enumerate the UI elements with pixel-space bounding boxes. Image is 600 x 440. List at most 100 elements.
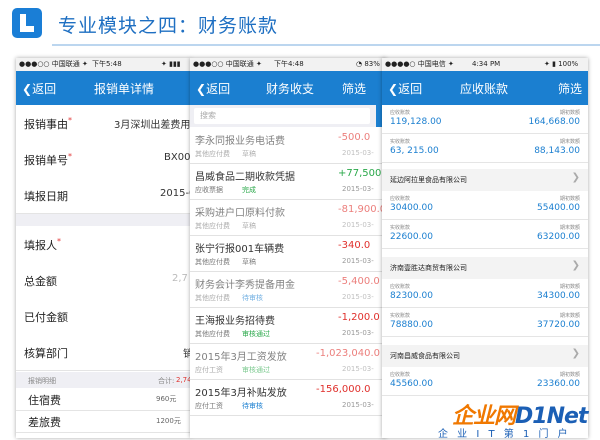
filter-button[interactable]: 筛选 xyxy=(342,80,366,97)
slide-header: 专业模块之四：财务账款 xyxy=(0,0,600,48)
field-value: 2,7 xyxy=(172,273,188,284)
customer-header[interactable]: 延边阿拉里食品有限公司 ❯ xyxy=(382,169,588,191)
nav-title: 财务收支 xyxy=(266,82,315,96)
detail-item[interactable]: 差旅费 1200元 xyxy=(16,410,191,433)
nav-bar: ❮返回 报销单详情 xyxy=(16,71,191,105)
record-date: 2015-03- xyxy=(342,329,374,337)
chevron-left-icon: ❮ xyxy=(388,82,399,96)
field-reporter[interactable]: 填报人* xyxy=(16,226,191,263)
field-label: 填报人 xyxy=(24,239,57,252)
status-time: 下午5:48 xyxy=(92,60,122,68)
required-mark: * xyxy=(68,152,72,161)
receivable-value: 30400.00 xyxy=(390,203,433,213)
battery-indicator: ◔ 83% xyxy=(356,60,380,68)
receivable-left: 应收账款 30400.00 xyxy=(390,195,433,213)
receivable-value: 164,668.00 xyxy=(528,117,580,127)
record-amount: -156,000.0 xyxy=(316,384,371,395)
receivable-value: 82300.00 xyxy=(390,291,433,301)
receivable-row: 实收账款 63, 215.00 期末数额 88,143.00 xyxy=(382,134,588,162)
record-content: 李永同报业务电话费 -500.0 其他应付费 草稿 2015-03- xyxy=(190,128,386,163)
record-title: 张宁行报001车辆费 xyxy=(195,244,285,255)
receivable-left: 应收账款 45560.00 xyxy=(390,371,433,389)
record-status: 草稿 xyxy=(242,222,256,230)
receivables-screen: ●●●●○ 中国电信 ✦ 4:34 PM ✦ ▮ 100% ❮返回 应收账款 筛… xyxy=(382,58,588,438)
filter-button[interactable]: 筛选 xyxy=(558,80,582,97)
search-bar: 搜索 xyxy=(190,105,386,127)
field-total[interactable]: 总金额 2,7 xyxy=(16,262,191,299)
field-reason[interactable]: 报销事由* 3月深圳出差费用 xyxy=(16,105,191,142)
record-title: 2015年3月工资发放 xyxy=(195,352,287,363)
receivable-right: 期初数额 164,668.00 xyxy=(528,109,580,127)
field-department[interactable]: 核算部门 销 xyxy=(16,334,191,371)
record-amount: -1,023,040.0 xyxy=(316,348,381,359)
detail-item-label: 差旅费 xyxy=(28,416,61,429)
record-row[interactable]: 2015年3月补贴发放 -156,000.0 应付工资 待审核 2015-03- xyxy=(190,380,386,416)
record-type: 其他应付费 xyxy=(195,330,230,338)
back-button[interactable]: ❮返回 xyxy=(388,80,422,97)
customer-header[interactable]: 河南昌威食品有限公司 ❯ xyxy=(382,345,588,367)
status-time: 下午4:48 xyxy=(274,60,304,68)
field-label: 填报日期 xyxy=(24,190,68,203)
detail-item[interactable]: 住宿费 960元 xyxy=(16,388,191,411)
record-row[interactable]: 昌威食品二期收款凭据 +77,500.0 应收票据 完成 2015-03- xyxy=(190,164,386,200)
receivable-label: 应收账款 xyxy=(390,196,411,202)
back-button[interactable]: ❮返回 xyxy=(196,80,230,97)
record-date: 2015-03- xyxy=(342,185,374,193)
record-content: 昌威食品二期收款凭据 +77,500.0 应收票据 完成 2015-03- xyxy=(190,164,386,199)
receivable-value: 55400.00 xyxy=(537,203,580,213)
row-divider xyxy=(382,336,588,337)
record-content: 财务会计李秀提备用金 -5,400.0 其他应付费 待审核 2015-03- xyxy=(190,272,386,307)
record-title: 财务会计李秀提备用金 xyxy=(195,280,295,291)
detail-item-amount: 960元 xyxy=(156,395,177,403)
record-row[interactable]: 财务会计李秀提备用金 -5,400.0 其他应付费 待审核 2015-03- xyxy=(190,272,386,308)
field-number[interactable]: 报销单号* BX00 xyxy=(16,141,191,178)
slide-title: 专业模块之四：财务账款 xyxy=(58,15,279,37)
receivable-label: 期初数额 xyxy=(559,196,580,202)
required-mark: * xyxy=(68,116,72,125)
record-title: 李永同报业务电话费 xyxy=(195,136,285,147)
receivable-label: 实收账款 xyxy=(390,225,411,231)
record-date: 2015-03- xyxy=(342,365,374,373)
field-value: BX00 xyxy=(164,152,191,163)
row-divider xyxy=(382,395,588,396)
record-row[interactable]: 李永同报业务电话费 -500.0 其他应付费 草稿 2015-03- xyxy=(190,128,386,164)
record-row[interactable]: 2015年3月工资发放 -1,023,040.0 应付工资 审核通过 2015-03- xyxy=(190,344,386,380)
customer-header[interactable]: 济南壹胜达商贸有限公司 ❯ xyxy=(382,257,588,279)
record-content: 2015年3月工资发放 -1,023,040.0 应付工资 审核通过 2015-03- xyxy=(190,344,386,379)
title-divider xyxy=(52,44,600,46)
nav-title: 应收账款 xyxy=(460,82,509,96)
back-label: 返回 xyxy=(32,82,57,96)
row-divider xyxy=(382,162,588,163)
receivable-left: 应收账款 119,128.00 xyxy=(390,109,442,127)
receivable-row: 应收账款 45560.00 期初数额 23360.00 xyxy=(382,367,588,395)
record-status: 审核通过 xyxy=(242,330,270,338)
receivable-value: 34300.00 xyxy=(537,291,580,301)
record-row[interactable]: 采购进户口原料付款 -81,900.0 其他应付费 草稿 2015-03- xyxy=(190,200,386,236)
record-date: 2015-03- xyxy=(342,293,374,301)
receivable-right: 期初数额 55400.00 xyxy=(537,195,580,213)
record-row[interactable]: 张宁行报001车辆费 -340.0 其他应付费 草稿 2015-03- xyxy=(190,236,386,272)
field-label: 核算部门 xyxy=(24,347,68,360)
status-bar: ●●●○○ 中国联通 ✦ 下午4:48 ◔ 83% xyxy=(190,58,386,71)
receivable-value: 63200.00 xyxy=(537,232,580,242)
carrier-label: ●●●○○ 中国联通 ✦ xyxy=(193,60,262,68)
receivable-label: 实收账款 xyxy=(390,139,411,145)
customer-name: 延边阿拉里食品有限公司 xyxy=(390,176,467,184)
field-paid[interactable]: 已付金额 xyxy=(16,298,191,335)
record-content: 2015年3月补贴发放 -156,000.0 应付工资 待审核 2015-03- xyxy=(190,380,386,415)
field-value: 2015-0 xyxy=(160,188,191,199)
nav-bar: ❮返回 应收账款 筛选 xyxy=(382,71,588,105)
receivable-right: 期初数额 34300.00 xyxy=(537,283,580,301)
status-bar: ●●●○○ 中国联通 ✦ 下午5:48 ✦ ▮▮▮ xyxy=(16,58,191,71)
record-content: 采购进户口原料付款 -81,900.0 其他应付费 草稿 2015-03- xyxy=(190,200,386,235)
record-status: 审核通过 xyxy=(242,366,270,374)
brand-logo-icon xyxy=(12,8,42,38)
record-type: 其他应付费 xyxy=(195,222,230,230)
back-button[interactable]: ❮返回 xyxy=(22,80,56,97)
detail-section-label: 报销明细 xyxy=(28,377,56,385)
record-row[interactable]: 王海报业务招待费 -1,200.0 其他应付费 审核通过 2015-03- xyxy=(190,308,386,344)
field-label: 总金额 xyxy=(24,275,57,288)
record-type: 其他应付费 xyxy=(195,258,230,266)
field-date[interactable]: 填报日期 2015-0 xyxy=(16,177,191,214)
search-input[interactable]: 搜索 xyxy=(194,108,370,124)
